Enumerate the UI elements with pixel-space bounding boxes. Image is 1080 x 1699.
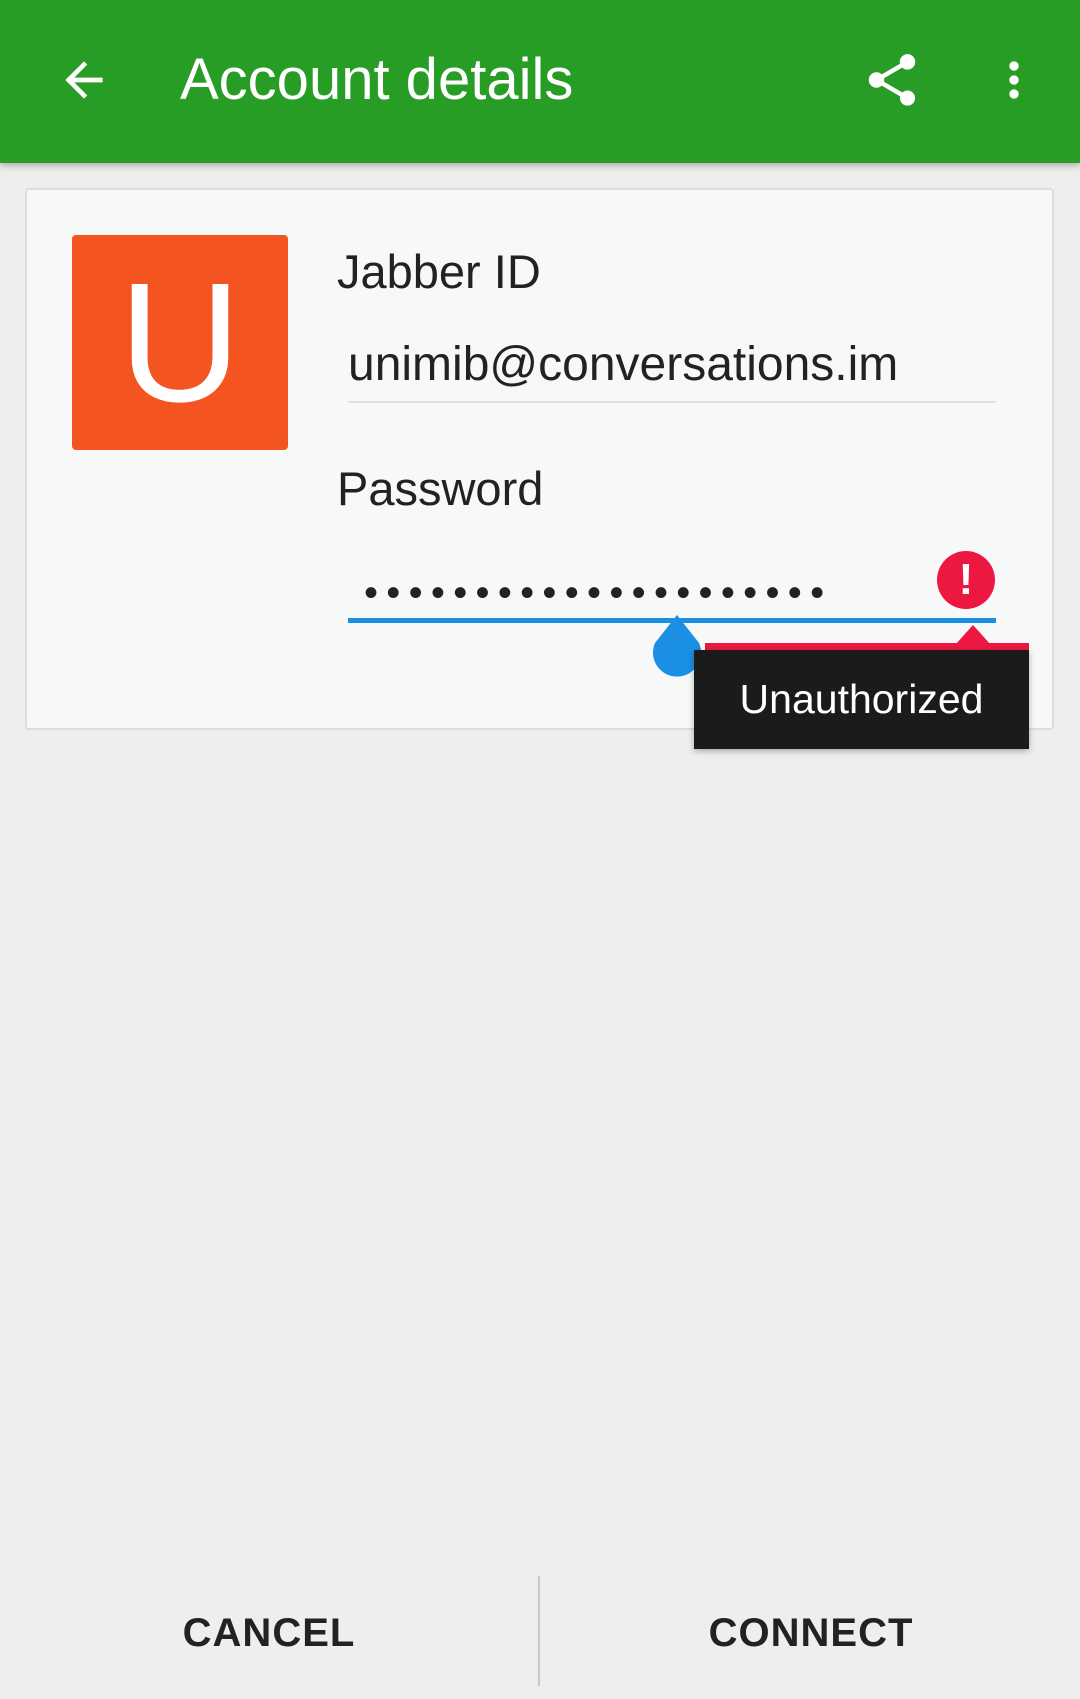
share-button[interactable] — [848, 36, 936, 124]
jabber-id-field[interactable]: unimib@conversations.im — [348, 335, 996, 403]
more-vertical-icon — [1009, 61, 1019, 99]
jabber-id-label: Jabber ID — [337, 245, 541, 298]
error-exclamation-icon[interactable]: ! — [937, 551, 995, 609]
cancel-button[interactable]: CANCEL — [0, 1568, 538, 1699]
page-title: Account details — [180, 47, 574, 112]
button-divider — [538, 1576, 540, 1686]
arrow-left-icon — [65, 61, 103, 99]
password-field[interactable]: ••••••••••••••••••••• — [348, 553, 996, 623]
error-tooltip-arrow — [955, 625, 991, 645]
avatar[interactable]: U — [72, 235, 288, 450]
password-value: ••••••••••••••••••••• — [364, 571, 833, 615]
overflow-menu-button[interactable] — [970, 36, 1058, 124]
bottom-action-bar: CANCEL CONNECT — [0, 1568, 1080, 1699]
back-button[interactable] — [40, 36, 128, 124]
app-bar: Account details — [0, 0, 1080, 163]
error-tooltip: Unauthorized — [694, 650, 1029, 749]
connect-button[interactable]: CONNECT — [542, 1568, 1080, 1699]
share-icon — [868, 54, 916, 106]
password-label: Password — [337, 462, 544, 515]
